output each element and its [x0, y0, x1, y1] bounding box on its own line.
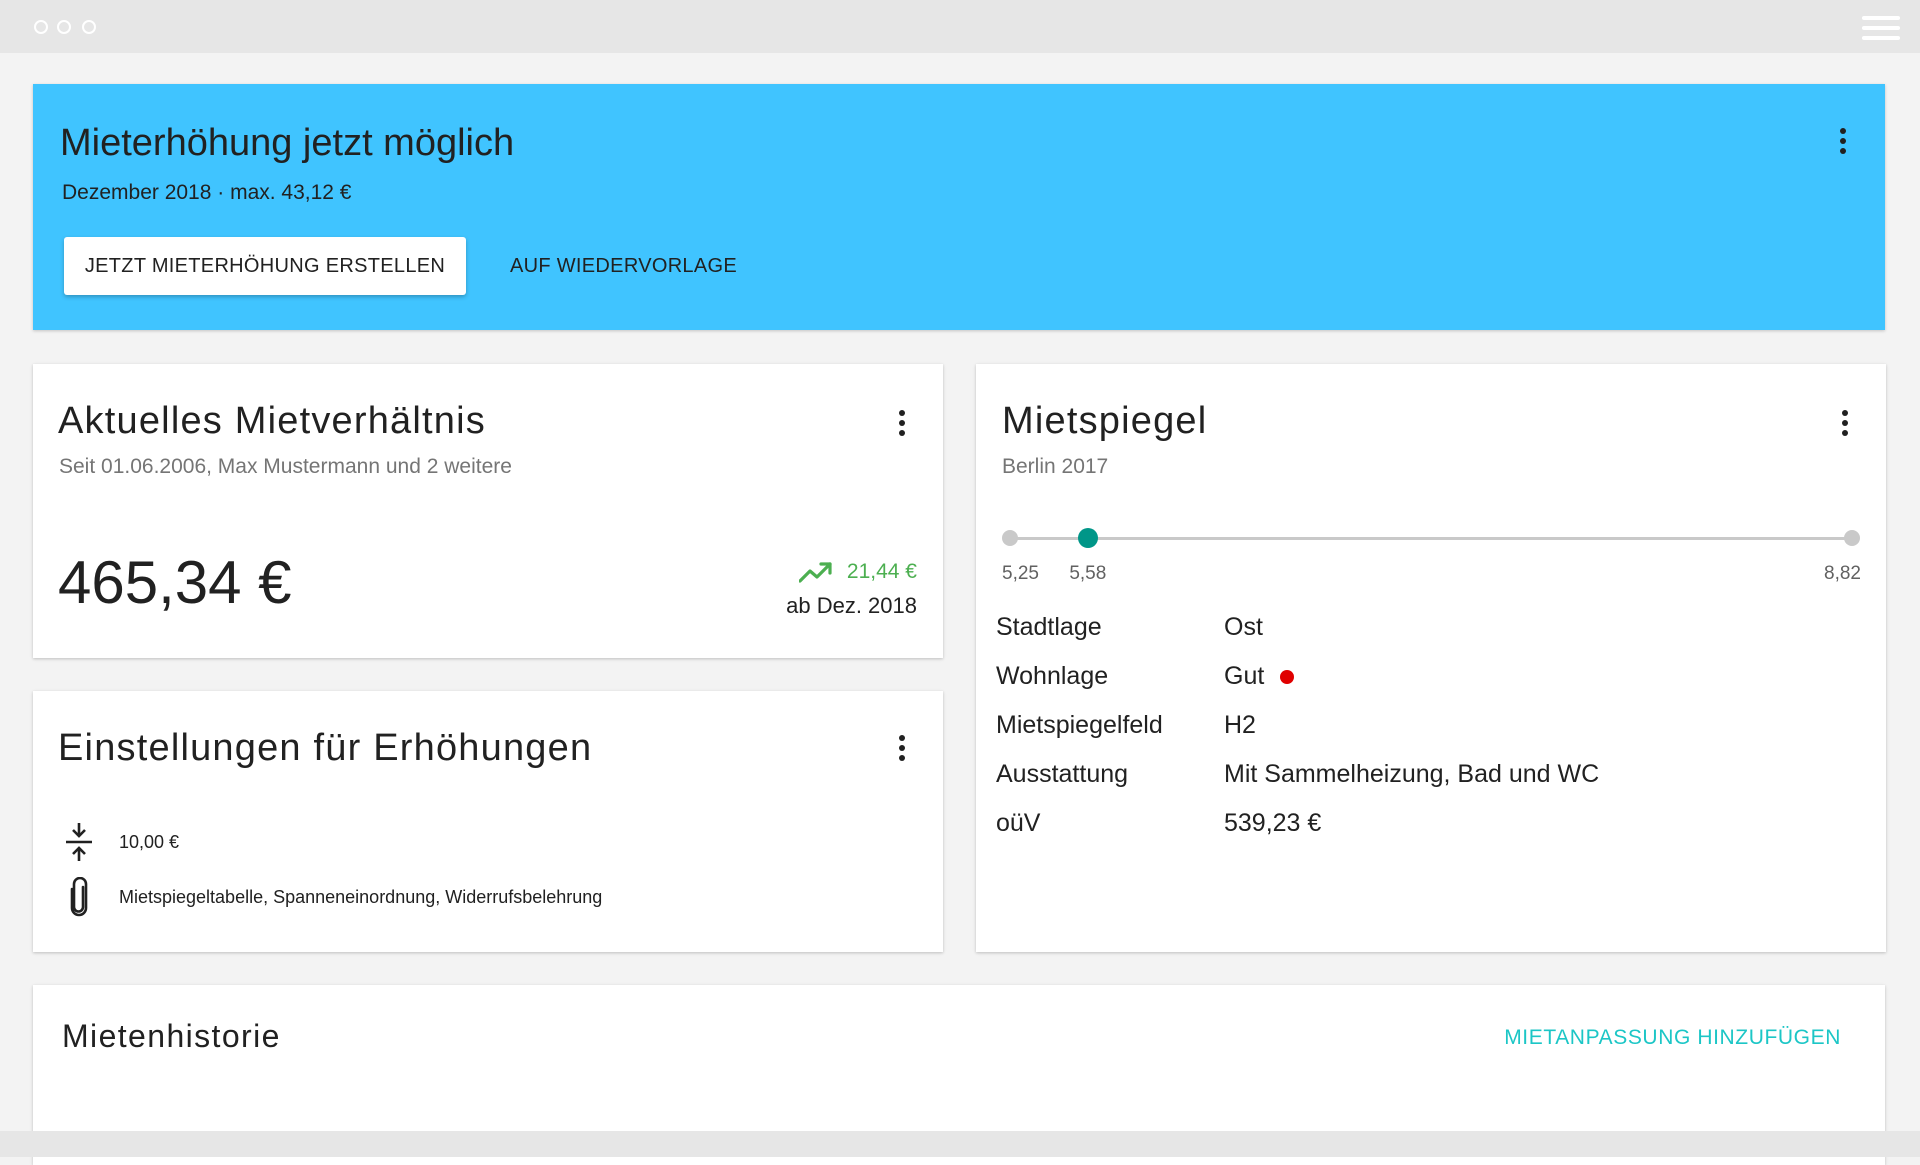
- tenancy-subtitle: Seit 01.06.2006, Max Mustermann und 2 we…: [59, 455, 512, 478]
- attr-label-mietspiegelfeld: Mietspiegelfeld: [996, 711, 1163, 739]
- mietspiegel-title: Mietspiegel: [1002, 400, 1208, 442]
- rent-trend: 21,44 €: [798, 558, 917, 586]
- rent-range-slider[interactable]: [1010, 537, 1852, 540]
- attr-value-stadtlage: Ost: [1224, 613, 1263, 641]
- attr-label-stadtlage: Stadtlage: [996, 613, 1102, 641]
- slider-value-label: 5,58: [1069, 563, 1107, 584]
- mietspiegel-more-icon[interactable]: [1840, 410, 1850, 442]
- settings-title: Einstellungen für Erhöhungen: [58, 727, 593, 769]
- window-close-dot[interactable]: [34, 20, 48, 34]
- banner-more-icon[interactable]: [1838, 128, 1848, 160]
- wohnlage-text: Gut: [1224, 662, 1265, 690]
- attr-label-ausstattung: Ausstattung: [996, 760, 1129, 788]
- attr-value-ouv: 539,23 €: [1224, 809, 1322, 837]
- trend-date: ab Dez. 2018: [786, 593, 917, 618]
- menu-icon[interactable]: [1862, 16, 1900, 42]
- tenancy-more-icon[interactable]: [897, 410, 907, 442]
- settings-row-attachments: Mietspiegeltabelle, Spanneneinordnung, W…: [63, 877, 602, 917]
- paperclip-icon: [63, 877, 95, 917]
- rent-amount: 465,34 €: [58, 549, 292, 616]
- mietspiegel-subtitle: Berlin 2017: [1002, 455, 1109, 478]
- window-titlebar: [0, 0, 1920, 53]
- add-rent-adjustment-button[interactable]: MIETANPASSUNG HINZUFÜGEN: [1504, 1026, 1841, 1050]
- trending-up-icon: [798, 562, 832, 583]
- tenancy-title: Aktuelles Mietverhältnis: [58, 400, 486, 442]
- create-rent-increase-button[interactable]: JETZT MIETERHÖHUNG ERSTELLEN: [64, 237, 466, 295]
- settings-row-amount: 10,00 €: [63, 822, 179, 862]
- wohnlage-status-dot: [1280, 669, 1295, 684]
- resubmit-button[interactable]: AUF WIEDERVORLAGE: [510, 237, 737, 295]
- current-tenancy-card: Aktuelles Mietverhältnis Seit 01.06.2006…: [33, 364, 943, 658]
- attr-value-mietspiegelfeld: H2: [1224, 711, 1256, 739]
- slider-min-label: 5,25: [1002, 563, 1039, 584]
- rent-increase-banner: Mieterhöhung jetzt möglich Dezember 2018…: [33, 84, 1885, 330]
- window-maximize-dot[interactable]: [82, 20, 96, 34]
- increase-settings-card: Einstellungen für Erhöhungen 10,00 € Mie…: [33, 691, 943, 952]
- settings-amount-text: 10,00 €: [119, 831, 180, 852]
- slider-min-handle: [1002, 530, 1018, 546]
- window-bottom-edge: [0, 1131, 1920, 1157]
- attr-label-wohnlage: Wohnlage: [996, 662, 1109, 690]
- settings-attachments-text: Mietspiegeltabelle, Spanneneinordnung, W…: [119, 886, 603, 907]
- mietspiegel-card: Mietspiegel Berlin 2017 5,25 5,58 8,82 S…: [976, 364, 1886, 952]
- slider-max-label: 8,82: [1824, 563, 1861, 584]
- attr-value-wohnlage: Gut: [1224, 662, 1295, 691]
- banner-title: Mieterhöhung jetzt möglich: [60, 122, 515, 164]
- window-minimize-dot[interactable]: [57, 20, 71, 34]
- attr-label-ouv: oüV: [996, 809, 1041, 837]
- compress-vertical-icon: [63, 822, 95, 862]
- banner-subtitle: Dezember 2018 · max. 43,12 €: [62, 181, 352, 204]
- trend-value: 21,44 €: [846, 560, 917, 583]
- slider-value-handle[interactable]: [1077, 528, 1098, 548]
- attr-value-ausstattung: Mit Sammelheizung, Bad und WC: [1224, 760, 1600, 788]
- history-title: Mietenhistorie: [62, 1018, 281, 1054]
- settings-more-icon[interactable]: [897, 735, 907, 767]
- slider-max-handle: [1844, 530, 1860, 546]
